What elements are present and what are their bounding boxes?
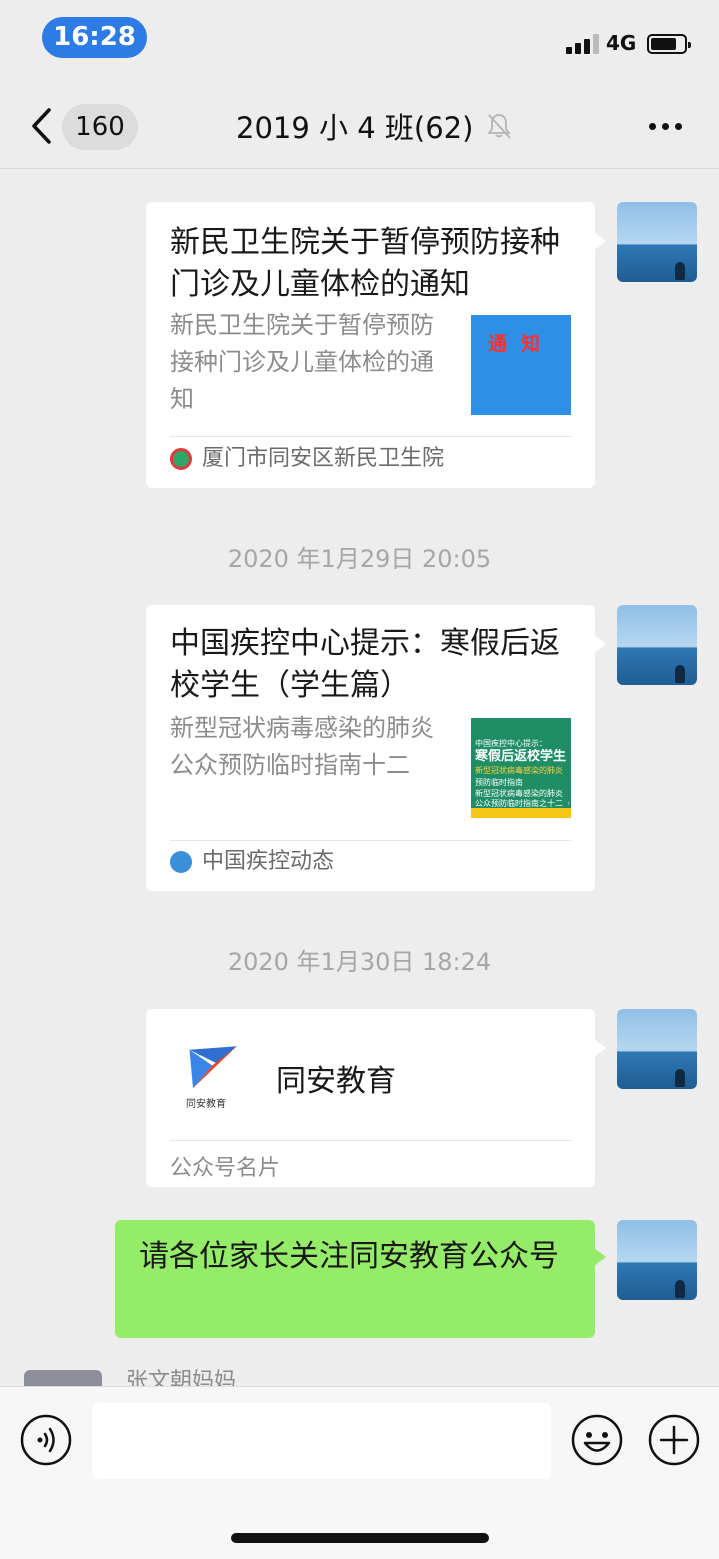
- thumbnail-line: 预防临时指南: [475, 778, 523, 787]
- plus-icon: [648, 1414, 700, 1466]
- back-button[interactable]: [25, 104, 65, 148]
- voice-input-button[interactable]: [20, 1414, 72, 1466]
- tongan-logo-icon: 同安教育: [186, 1043, 250, 1113]
- message-input[interactable]: [92, 1403, 551, 1479]
- contact-card[interactable]: 同安教育 同安教育 公众号名片: [146, 1009, 606, 1187]
- chevron-left-icon: [32, 108, 51, 144]
- battery-icon: [647, 34, 691, 54]
- emoji-button[interactable]: [571, 1414, 623, 1466]
- article-thumbnail: 通知: [471, 315, 571, 415]
- status-time: 16:28: [42, 17, 147, 58]
- article-title: 中国疾控中心提示：寒假后返校学生（学生篇）: [170, 626, 560, 703]
- article-title: 新民卫生院关于暂停预防接种门诊及儿童体检的通知: [170, 225, 560, 302]
- mute-bell-icon: [486, 112, 512, 140]
- thumbnail-text: 通知: [487, 333, 554, 355]
- message-text: 请各位家长关注同安教育公众号: [139, 1239, 559, 1274]
- avatar[interactable]: [617, 1009, 697, 1089]
- nav-divider: [0, 168, 719, 169]
- card-divider: [170, 840, 571, 841]
- network-type: 4G: [606, 31, 637, 55]
- thumbnail-line: 新型冠状病毒感染的肺炎: [475, 766, 563, 775]
- article-description: 新民卫生院关于暂停预防接种门诊及儿童体检的通知: [170, 311, 434, 413]
- thumbnail-line: 中国疾控中心提示：: [475, 739, 547, 748]
- avatar[interactable]: [617, 202, 697, 282]
- home-indicator: [231, 1533, 489, 1543]
- contact-name: 同安教育: [276, 1064, 396, 1099]
- timestamp: 2020 年1月29日 20:05: [227, 545, 492, 573]
- article-card[interactable]: 新民卫生院关于暂停预防接种门诊及儿童体检的通知 新民卫生院关于暂停预防接种门诊及…: [146, 202, 606, 488]
- card-divider: [170, 1140, 571, 1141]
- thumbnail-headline: 寒假后返校学生: [475, 749, 567, 764]
- emoji-icon: [571, 1414, 623, 1466]
- card-divider: [170, 436, 571, 437]
- more-options-button[interactable]: [640, 110, 690, 142]
- avatar[interactable]: [617, 605, 697, 685]
- article-thumbnail: 中国疾控中心提示： 寒假后返校学生 新型冠状病毒感染的肺炎 预防临时指南 新型冠…: [471, 718, 571, 818]
- text-message-bubble[interactable]: 请各位家长关注同安教育公众号: [115, 1220, 606, 1338]
- article-description: 新型冠状病毒感染的肺炎公众预防临时指南十二: [170, 714, 434, 779]
- signal-strength-icon: [566, 34, 600, 54]
- logo-caption: 同安教育: [186, 1099, 226, 1110]
- more-functions-button[interactable]: [648, 1414, 700, 1466]
- source-logo-icon: [170, 851, 192, 873]
- contact-card-footer: 公众号名片: [170, 1156, 281, 1181]
- article-card[interactable]: 中国疾控中心提示：寒假后返校学生（学生篇） 新型冠状病毒感染的肺炎公众预防临时指…: [146, 605, 606, 891]
- avatar[interactable]: [617, 1220, 697, 1300]
- voice-icon: [20, 1414, 72, 1466]
- article-source: 厦门市同安区新民卫生院: [202, 446, 445, 471]
- article-source: 中国疾控动态: [202, 849, 335, 874]
- timestamp: 2020 年1月30日 18:24: [227, 948, 492, 976]
- source-logo-icon: [170, 448, 192, 470]
- chat-title: 2019 小 4 班(62): [236, 111, 474, 145]
- unread-count-badge[interactable]: 160: [62, 104, 138, 150]
